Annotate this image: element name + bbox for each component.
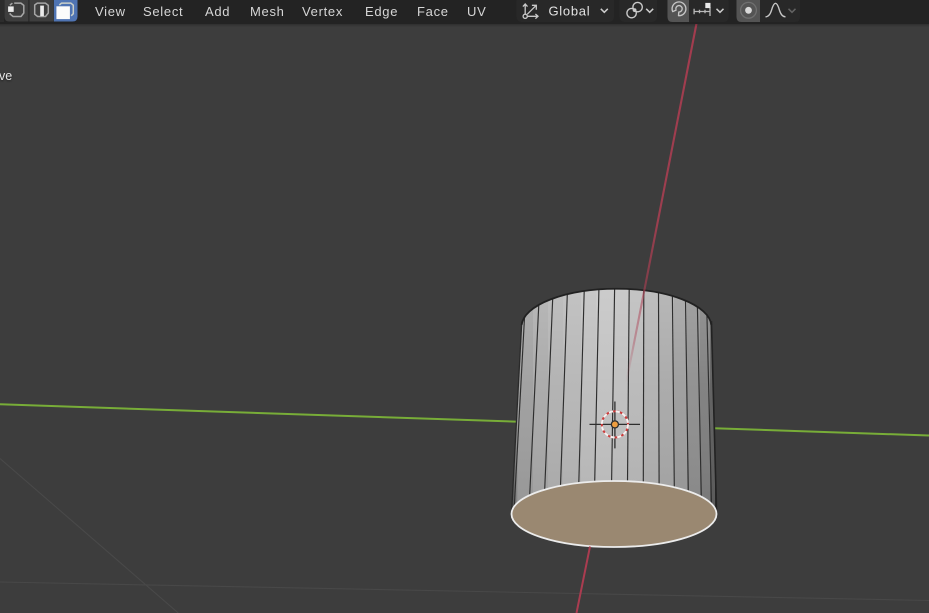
svg-text:Global: Global [549, 4, 591, 19]
